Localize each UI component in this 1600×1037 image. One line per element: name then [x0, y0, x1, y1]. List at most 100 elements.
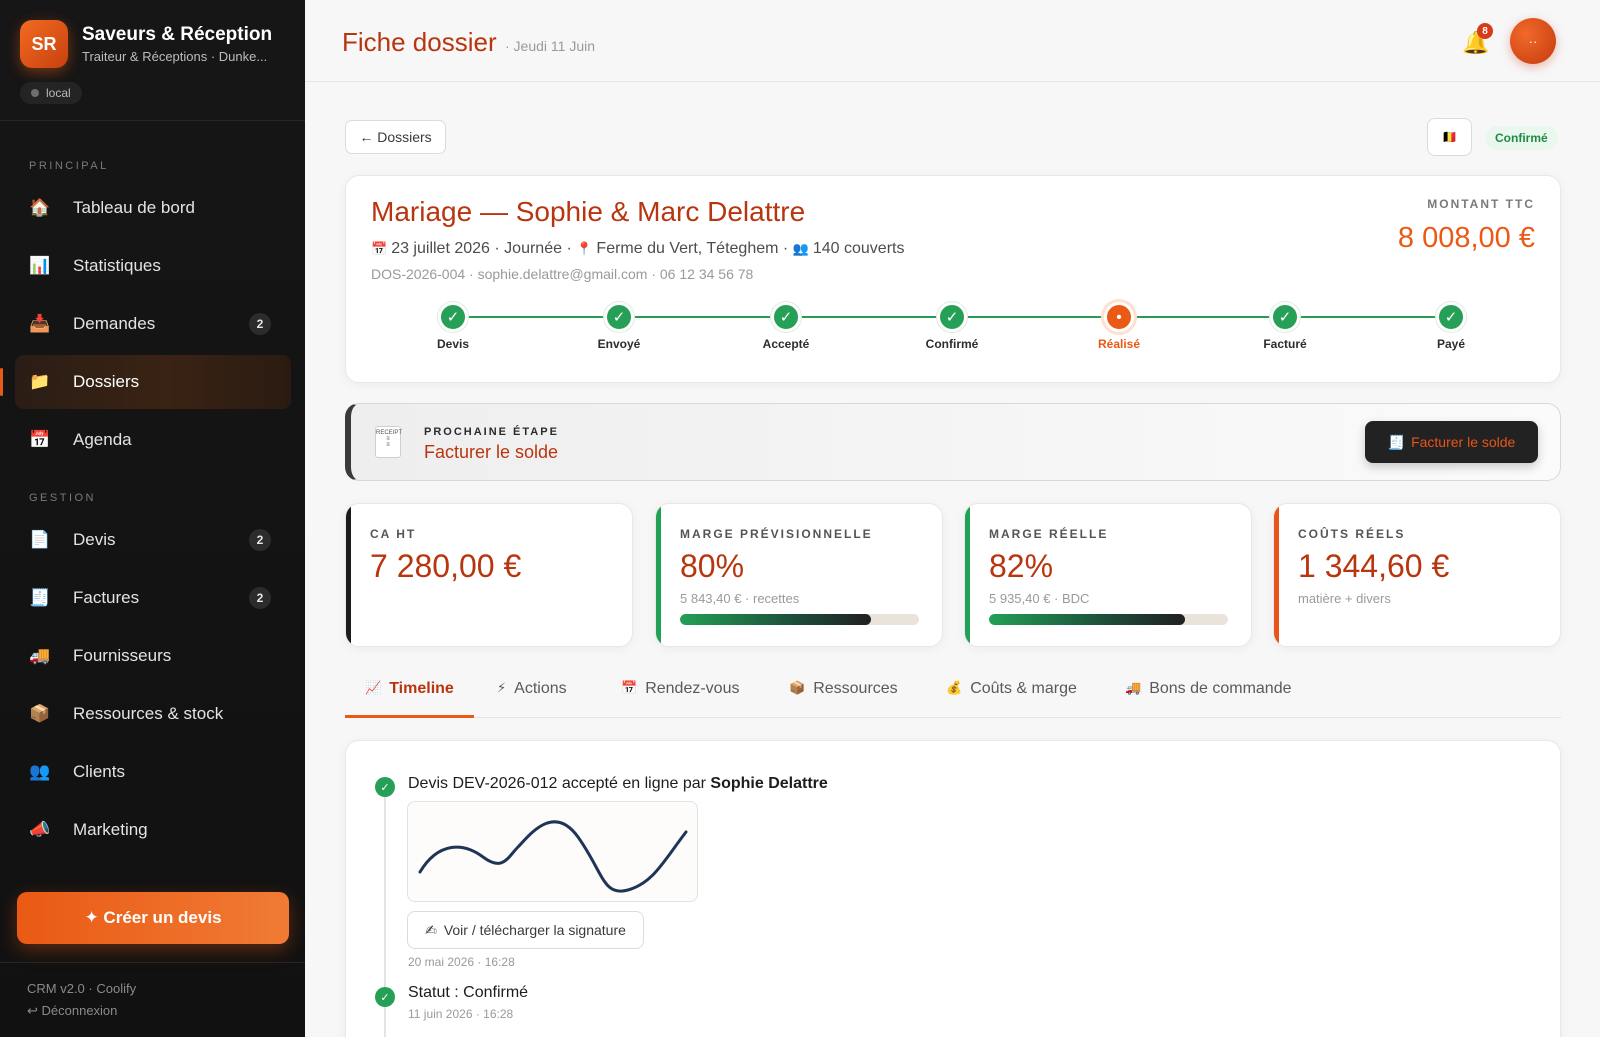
section-label-gestion: GESTION	[29, 492, 97, 504]
tab-couts-marge[interactable]: 💰 Coûts & marge	[946, 680, 1077, 718]
sidebar-item-ressources-stock[interactable]: 📦 Ressources & stock	[15, 687, 291, 741]
kpi-value: 1 344,60 €	[1298, 548, 1450, 584]
tab-timeline[interactable]: 📈 Timeline	[345, 680, 474, 718]
sidebar-item-factures[interactable]: 🧾 Factures 2	[15, 571, 291, 625]
environment-label: local	[46, 86, 71, 100]
kpi-label: MARGE PRÉVISIONNELLE	[680, 527, 873, 541]
tab-rendez-vous[interactable]: 📅 Rendez-vous	[621, 680, 739, 718]
sidebar-item-statistiques[interactable]: 📊 Statistiques	[15, 239, 291, 293]
step-accepte[interactable]: ✓ Accepté	[716, 302, 856, 351]
brand-subtitle: Traiteur & Réceptions · Dunke...	[82, 49, 268, 64]
event-date: 23 juillet 2026	[391, 240, 490, 257]
tab-bons-de-commande[interactable]: 🚚 Bons de commande	[1125, 680, 1292, 718]
check-icon: ✓	[1270, 302, 1300, 332]
inbox-icon: 📥	[29, 314, 51, 333]
kpi-label: CA HT	[370, 527, 417, 541]
check-icon: ✓	[375, 987, 395, 1007]
kpi-value: 82%	[989, 548, 1054, 584]
people-icon: 👥	[792, 241, 809, 256]
calendar-icon: 📅	[371, 241, 388, 256]
kpi-progress-fill	[989, 614, 1185, 625]
dossier-summary-card: Mariage — Sophie & Marc Delattre 📅 23 jui…	[345, 175, 1561, 383]
sidebar-item-label: Marketing	[73, 820, 148, 839]
receipt-icon: 🧾	[29, 588, 51, 607]
step-facture[interactable]: ✓ Facturé	[1215, 302, 1355, 351]
check-icon: ✓	[771, 302, 801, 332]
kpi-marge-reelle: MARGE RÉELLE 82% 5 935,40 € · BDC	[964, 503, 1252, 647]
step-envoye[interactable]: ✓ Envoyé	[549, 302, 689, 351]
kpi-sub: matière + divers	[1298, 591, 1391, 606]
check-icon: ✓	[604, 302, 634, 332]
invoice-balance-button[interactable]: 🧾 Facturer le solde	[1365, 421, 1538, 463]
signature-preview[interactable]	[407, 801, 698, 902]
chart-icon: 📈	[365, 680, 382, 695]
back-to-dossiers-button[interactable]: ← Dossiers	[345, 120, 446, 154]
step-label: Envoyé	[597, 337, 641, 351]
dossier-tabs: 📈 Timeline ⚡ Actions 📅 Rendez-vous 📦 Res…	[345, 670, 1561, 718]
megaphone-icon: 📣	[29, 820, 51, 839]
event-period: Journée	[504, 240, 562, 257]
timeline-entry-date: 11 juin 2026 · 16:28	[408, 1007, 514, 1021]
page-date: · Jeudi 11 Juin	[505, 38, 596, 54]
step-label: Devis	[436, 337, 470, 351]
sidebar-item-clients[interactable]: 👥 Clients	[15, 745, 291, 799]
step-realise[interactable]: • Réalisé	[1049, 302, 1189, 351]
box-icon: 📦	[789, 680, 806, 695]
kpi-progress-bar	[989, 614, 1228, 625]
view-signature-button[interactable]: ✍ Voir / télécharger la signature	[407, 911, 644, 949]
tab-label: Bons de commande	[1149, 680, 1292, 697]
kpi-couts-reels: COÛTS RÉELS 1 344,60 € matière + divers	[1273, 503, 1561, 647]
view-signature-label: Voir / télécharger la signature	[443, 922, 626, 938]
tab-ressources[interactable]: 📦 Ressources	[789, 680, 898, 718]
create-quote-button[interactable]: ✦ Créer un devis	[17, 892, 289, 944]
folder-icon: 📁	[29, 372, 51, 391]
kpi-progress-bar	[680, 614, 919, 625]
step-paye[interactable]: ✓ Payé	[1381, 302, 1521, 351]
step-label: Accepté	[762, 337, 810, 351]
app-version: CRM v2.0 · Coolify	[27, 981, 137, 996]
sidebar-item-agenda[interactable]: 📅 Agenda	[15, 413, 291, 467]
timeline-entry-date: 20 mai 2026 · 16:28	[408, 955, 515, 969]
step-confirme[interactable]: ✓ Confirmé	[882, 302, 1022, 351]
kpi-label: COÛTS RÉELS	[1298, 527, 1406, 541]
sidebar-item-devis[interactable]: 📄 Devis 2	[15, 513, 291, 567]
tab-actions[interactable]: ⚡ Actions	[497, 680, 567, 718]
next-step-label: PROCHAINE ÉTAPE	[424, 426, 559, 438]
sidebar-footer-divider	[0, 962, 305, 963]
dossier-meta: 📅 23 juillet 2026 · Journée · 📍 Ferme du V…	[371, 240, 905, 257]
sidebar-item-tableau-de-bord[interactable]: 🏠 Tableau de bord	[15, 181, 291, 235]
sidebar-item-dossiers[interactable]: 📁 Dossiers	[0, 355, 291, 409]
tab-label: Coûts & marge	[970, 680, 1077, 697]
timeline-entry-author: Sophie Delattre	[710, 775, 828, 792]
step-devis[interactable]: ✓ Devis	[383, 302, 523, 351]
truck-icon: 🚚	[1125, 680, 1142, 695]
timeline-entry-title: Statut : Confirmé	[408, 984, 528, 1002]
sidebar-item-label: Demandes	[73, 314, 156, 333]
avatar[interactable]: ··	[1510, 18, 1556, 64]
logout-link[interactable]: ↩ Déconnexion	[27, 1003, 117, 1019]
timeline-entry-text: Devis DEV-2026-012 accepté en ligne par	[408, 775, 711, 792]
amount-value: 8 008,00 €	[1397, 222, 1535, 254]
invoice-balance-label: Facturer le solde	[1411, 434, 1516, 450]
flag-icon[interactable]: 🇧🇪	[1427, 118, 1472, 156]
tab-label: Ressources	[813, 680, 898, 697]
sidebar-item-label: Dossiers	[73, 372, 140, 391]
event-location: Ferme du Vert, Téteghem	[596, 240, 779, 257]
dossier-title: Mariage — Sophie & Marc Delattre	[371, 196, 806, 227]
document-icon: 📄	[29, 530, 51, 549]
status-dot-icon	[31, 89, 39, 97]
kpi-sub: 5 935,40 € · BDC	[989, 591, 1090, 606]
count-badge: 2	[249, 529, 271, 551]
calendar-icon: 📅	[621, 680, 638, 695]
sidebar-item-marketing[interactable]: 📣 Marketing	[15, 803, 291, 857]
notification-badge: 8	[1477, 23, 1493, 39]
sidebar-item-label: Clients	[73, 762, 125, 781]
sidebar-item-demandes[interactable]: 📥 Demandes 2	[15, 297, 291, 351]
sidebar-item-fournisseurs[interactable]: 🚚 Fournisseurs	[15, 629, 291, 683]
sidebar: SR Saveurs & Réception Traiteur & Récept…	[0, 0, 305, 1037]
receipt-text: RECEIPT	[376, 430, 403, 436]
kpi-ca-ht: CA HT 7 280,00 €	[345, 503, 633, 647]
money-bag-icon: 💰	[946, 680, 963, 695]
house-icon: 🏠	[29, 198, 51, 217]
brand-logo[interactable]: SR	[20, 20, 68, 68]
